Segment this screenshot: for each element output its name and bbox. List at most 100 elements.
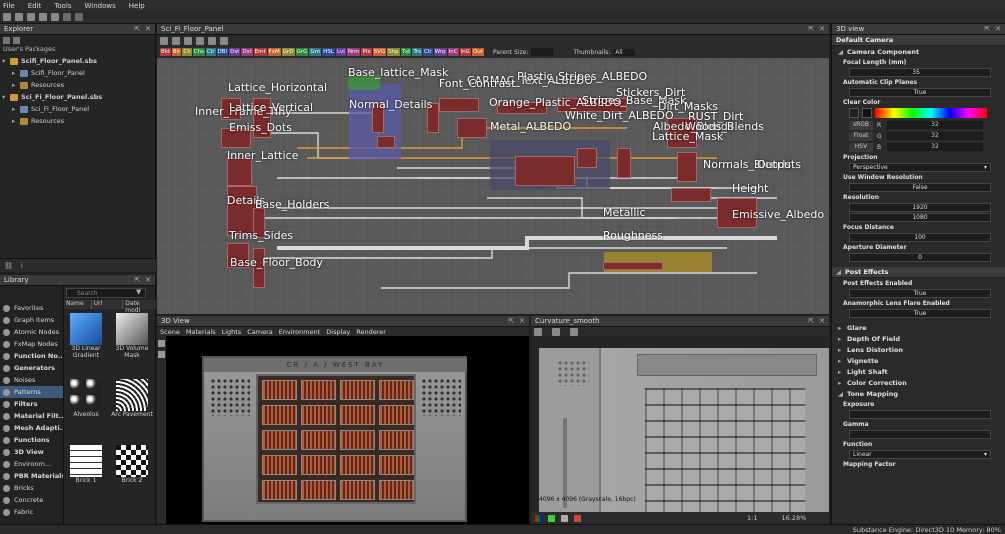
menu-help[interactable]: Help: [129, 2, 145, 10]
expand-icon[interactable]: ▾: [2, 57, 10, 65]
view3d-menu-item[interactable]: Camera: [247, 328, 273, 336]
usewin-field[interactable]: False: [849, 183, 991, 192]
float-icon[interactable]: ⇱: [134, 25, 140, 33]
graph-node[interactable]: [515, 156, 575, 186]
pe-enabled-field[interactable]: True: [849, 289, 991, 298]
atomic-node-chip[interactable]: Dst: [229, 48, 241, 56]
atomic-node-chip[interactable]: Nrm: [346, 48, 361, 56]
atomic-node-chip[interactable]: HSL: [322, 48, 335, 56]
hsv-button[interactable]: HSV: [849, 142, 873, 152]
view3d-menu-item[interactable]: Display: [326, 328, 350, 336]
float-button[interactable]: Float: [849, 131, 873, 141]
atomic-node-chip[interactable]: Txt: [400, 48, 412, 56]
graph-node[interactable]: [577, 148, 597, 168]
graph-node[interactable]: [617, 148, 631, 178]
graph-pin-icon[interactable]: [208, 36, 216, 45]
section-post-effects[interactable]: ◢ Post Effects: [832, 267, 1005, 278]
undo-icon[interactable]: [63, 13, 71, 21]
light-tool-icon[interactable]: [158, 351, 165, 358]
atomic-node-chip[interactable]: Plx: [361, 48, 372, 56]
library-category[interactable]: Generators: [0, 362, 63, 374]
atomic-node-chip[interactable]: DBl: [216, 48, 229, 56]
atomic-node-chip[interactable]: Out: [471, 48, 484, 56]
float-icon[interactable]: ⇱: [508, 317, 514, 325]
library-category[interactable]: Favorites: [0, 302, 63, 314]
graph-grid-icon[interactable]: [172, 36, 180, 45]
library-thumbnail[interactable]: Arc Pavement: [110, 379, 154, 418]
filter-icon[interactable]: ▼: [136, 288, 141, 296]
atomic-node-chip[interactable]: Wrp: [433, 48, 447, 56]
library-category[interactable]: PBR Materials: [0, 470, 63, 482]
collapsed-group[interactable]: ▸ Depth Of Field: [832, 333, 1005, 344]
library-category[interactable]: Filters: [0, 398, 63, 410]
library-category[interactable]: Mesh Adapti...: [0, 422, 63, 434]
library-category[interactable]: Environm...: [0, 458, 63, 470]
menu-tools[interactable]: Tools: [54, 2, 71, 10]
expand-icon[interactable]: ▸: [12, 117, 20, 125]
float-icon[interactable]: ⇱: [134, 276, 140, 284]
atomic-node-chip[interactable]: Trs: [412, 48, 423, 56]
r-value[interactable]: 32: [887, 121, 983, 129]
atomic-node-chip[interactable]: InG: [459, 48, 471, 56]
library-category[interactable]: Functions: [0, 434, 63, 446]
close-icon[interactable]: ✕: [519, 317, 525, 325]
new-package-icon[interactable]: [3, 13, 11, 21]
parent-size-field[interactable]: [531, 48, 554, 56]
atomic-node-chip[interactable]: GrG: [295, 48, 309, 56]
menu-windows[interactable]: Windows: [85, 2, 116, 10]
new-icon[interactable]: [3, 36, 10, 44]
library-category[interactable]: Concrete: [0, 494, 63, 506]
graph-node[interactable]: [457, 118, 487, 138]
menu-edit[interactable]: Edit: [28, 2, 42, 10]
atomic-node-chip[interactable]: Blr: [171, 48, 182, 56]
eyedropper-icon[interactable]: [862, 108, 872, 118]
close-icon[interactable]: ✕: [145, 276, 151, 284]
atomic-node-chip[interactable]: FxM: [267, 48, 281, 56]
graph-node[interactable]: [439, 98, 479, 112]
library-thumbnail[interactable]: 3D Volume Mask: [110, 313, 154, 359]
atomic-node-chip[interactable]: Lvl: [335, 48, 346, 56]
channel-icon[interactable]: [534, 327, 542, 336]
atomic-node-chip[interactable]: Clr: [423, 48, 433, 56]
red-channel-icon[interactable]: [574, 514, 581, 522]
exposure-slider[interactable]: [849, 410, 991, 419]
close-icon[interactable]: ✕: [819, 317, 825, 325]
atomic-node-chip[interactable]: Ch: [182, 48, 192, 56]
collapsed-group[interactable]: ▸ Glare: [832, 322, 1005, 333]
view3d-menu-item[interactable]: Scene: [160, 328, 180, 336]
graph-node[interactable]: [671, 188, 711, 202]
view3d-menu-item[interactable]: Lights: [222, 328, 242, 336]
color-swatch[interactable]: [849, 108, 859, 118]
res-width-field[interactable]: 1920: [849, 203, 991, 212]
expand-icon[interactable]: ▸: [12, 69, 20, 77]
float-icon[interactable]: ⇱: [984, 25, 990, 33]
library-thumbnail[interactable]: Brick 2: [110, 445, 154, 484]
view3d-menu-item[interactable]: Environment: [279, 328, 321, 336]
atomic-node-chip[interactable]: Shp: [387, 48, 400, 56]
section-tone-mapping[interactable]: ◢ Tone Mapping: [832, 388, 1005, 399]
library-category[interactable]: Bricks: [0, 482, 63, 494]
graph-frame-icon[interactable]: [184, 36, 192, 45]
image-icon[interactable]: [552, 327, 560, 336]
col-url[interactable]: Url: [92, 300, 124, 309]
atomic-node-chip[interactable]: Grn: [309, 48, 322, 56]
focus-field[interactable]: 100: [849, 233, 991, 242]
view3d-menu-item[interactable]: Renderer: [356, 328, 386, 336]
explorer-item[interactable]: ▸ Sci_Fi_Floor_Panel: [2, 103, 155, 115]
collapsed-group[interactable]: ▸ Lens Distortion: [832, 344, 1005, 355]
library-category[interactable]: Graph Items: [0, 314, 63, 326]
save-all-icon[interactable]: [51, 13, 59, 21]
graph-node[interactable]: [227, 158, 252, 186]
menu-file[interactable]: File: [3, 2, 15, 10]
thumbnails-dropdown[interactable]: All: [613, 48, 635, 56]
library-category[interactable]: FxMap Nodes: [0, 338, 63, 350]
graph-node[interactable]: [677, 152, 697, 182]
grid-icon[interactable]: [561, 514, 568, 522]
atomic-node-chip[interactable]: InC: [447, 48, 459, 56]
close-icon[interactable]: ✕: [145, 25, 151, 33]
focal-field[interactable]: 35: [849, 68, 991, 77]
section-default-camera[interactable]: Default Camera: [832, 35, 1005, 46]
library-search-input[interactable]: Search: [66, 288, 146, 298]
open-icon[interactable]: [27, 13, 35, 21]
zoom-level[interactable]: 16.28%: [781, 514, 806, 522]
